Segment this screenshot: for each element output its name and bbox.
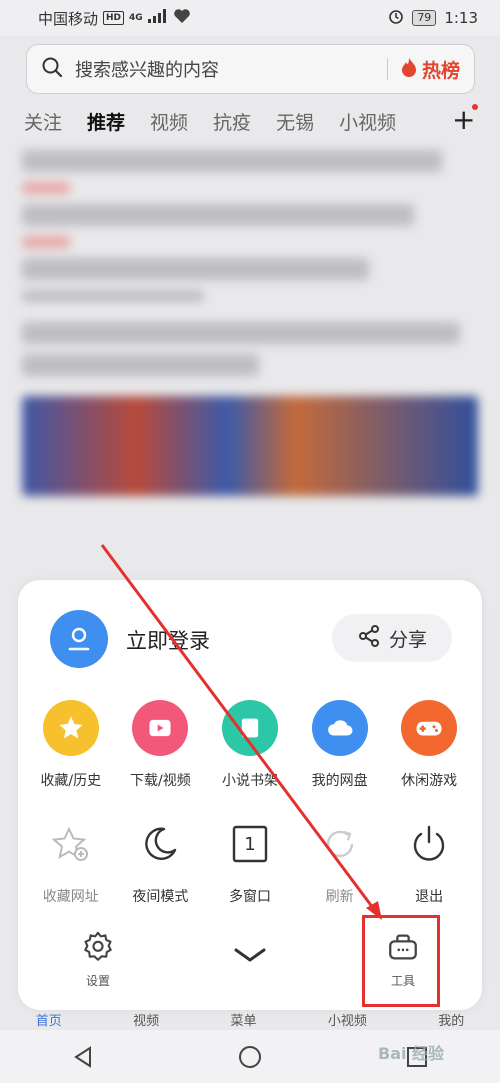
night-mode-label: 夜间模式 [132,889,189,905]
cloud-icon [311,700,368,756]
status-bar: 中国移动 HD 4G 79 1:13 [0,0,500,36]
network-type: 4G [129,13,143,23]
settings-button[interactable]: 设置 [63,930,133,989]
window-count-icon: 1 [222,816,278,872]
refresh-label: 刷新 [325,889,354,905]
casual-games-label: 休闲游戏 [401,773,458,789]
hd-badge: HD [103,11,125,25]
novel-shelf-label: 小说书架 [221,773,278,789]
refresh-item[interactable]: 刷新 [297,816,383,906]
annotation-highlight-box [362,915,440,1007]
fire-icon [400,57,418,81]
hot-list-button[interactable]: 热榜 [400,56,460,83]
tab-video[interactable]: 视频 [150,108,188,135]
download-video-label: 下载/视频 [130,773,191,789]
hot-list-label: 热榜 [421,59,460,82]
quick-actions-row: 收藏/历史 下载/视频 小说书架 我的网盘 休闲游戏 [18,700,482,790]
channel-tabs: 关注 推荐 视频 抗疫 无锡 小视频 [0,100,500,142]
signal-icon [147,9,168,27]
nav-short-video[interactable]: 小视频 [328,1010,367,1029]
star-icon [42,700,99,756]
tab-wuxi[interactable]: 无锡 [276,108,314,135]
exit-label: 退出 [415,889,444,905]
star-add-icon [43,816,99,872]
tab-anti-epidemic[interactable]: 抗疫 [213,108,251,135]
favorites-history-item[interactable]: 收藏/历史 [28,700,114,790]
moon-icon [132,816,188,872]
chevron-down-icon [232,944,268,970]
book-icon [221,700,278,756]
search-bar[interactable]: 搜索感兴趣的内容 热榜 [26,44,475,94]
tab-recommend[interactable]: 推荐 [87,108,125,135]
novel-shelf-item[interactable]: 小说书架 [207,700,293,790]
multi-window-item[interactable]: 1 多窗口 [207,816,293,906]
alarm-icon [388,8,404,28]
cloud-drive-item[interactable]: 我的网盘 [297,700,383,790]
search-icon [41,56,63,82]
gear-icon [81,930,115,968]
casual-games-item[interactable]: 休闲游戏 [386,700,472,790]
add-channel-icon[interactable]: + [452,106,475,134]
settings-label: 设置 [85,974,110,988]
back-icon[interactable] [63,1037,103,1077]
favorites-history-label: 收藏/历史 [40,773,102,789]
multi-window-label: 多窗口 [228,889,271,905]
cloud-drive-label: 我的网盘 [311,773,368,789]
home-icon[interactable] [230,1037,270,1077]
power-icon [401,816,457,872]
download-video-icon [132,700,189,756]
collapse-sheet-button[interactable] [215,944,285,970]
share-label: 分享 [388,628,427,651]
heart-rate-icon [173,8,191,28]
tab-short-video[interactable]: 小视频 [339,108,396,135]
carrier-name: 中国移动 [38,9,99,28]
gamepad-icon [401,700,458,756]
refresh-icon [312,816,368,872]
share-button[interactable]: 分享 [332,614,452,662]
utility-actions-row: 收藏网址 夜间模式 1 多窗口 刷新 退出 [18,816,482,906]
exit-item[interactable]: 退出 [386,816,472,906]
nav-home[interactable]: 首页 [36,1010,62,1029]
nav-menu[interactable]: 菜单 [230,1010,256,1029]
nav-video[interactable]: 视频 [133,1010,159,1029]
tab-follow[interactable]: 关注 [24,108,62,135]
news-feed-blurred [22,150,478,496]
search-divider [386,58,388,80]
window-count: 1 [244,833,256,855]
new-channel-dot [472,104,478,110]
bookmark-url-label: 收藏网址 [42,889,99,905]
nav-mine[interactable]: 我的 [438,1010,464,1029]
bookmark-url-item[interactable]: 收藏网址 [28,816,114,906]
watermark: Bai 经验 [378,1044,445,1063]
clock: 1:13 [444,9,478,27]
share-icon [357,624,381,653]
download-video-item[interactable]: 下载/视频 [117,700,203,790]
login-link[interactable]: 立即登录 [126,625,210,655]
search-placeholder: 搜索感兴趣的内容 [75,60,219,81]
battery-level: 79 [412,10,437,26]
night-mode-item[interactable]: 夜间模式 [117,816,203,906]
avatar[interactable] [50,610,108,668]
